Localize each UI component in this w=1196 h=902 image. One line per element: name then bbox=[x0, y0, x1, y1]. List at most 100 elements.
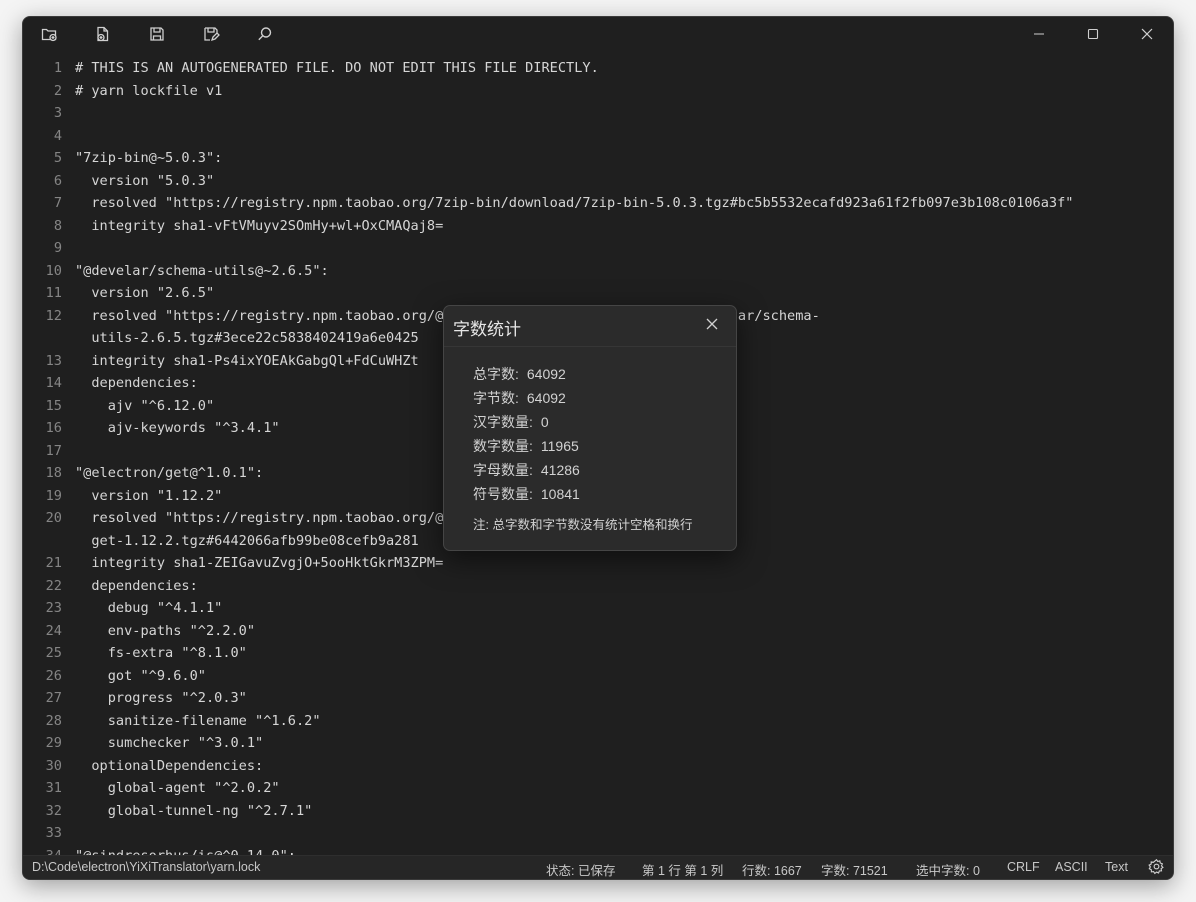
code-text[interactable]: ajv "^6.12.0" bbox=[75, 395, 214, 418]
dialog-title: 字数统计 bbox=[453, 320, 521, 339]
minimize-icon[interactable] bbox=[1028, 23, 1050, 45]
code-line[interactable]: 23 debug "^4.1.1" bbox=[23, 597, 1173, 620]
char-count[interactable]: 字数: 71521 bbox=[821, 860, 888, 879]
stat-bytes: 字节数: 64092 bbox=[473, 388, 566, 408]
code-text[interactable]: version "2.6.5" bbox=[75, 282, 214, 305]
code-line[interactable]: 6 version "5.0.3" bbox=[23, 170, 1173, 193]
close-icon[interactable] bbox=[1136, 23, 1158, 45]
code-text[interactable]: integrity sha1-vFtVMuyv2SOmHy+wl+OxCMAQa… bbox=[75, 215, 443, 238]
code-line[interactable]: 24 env-paths "^2.2.0" bbox=[23, 620, 1173, 643]
code-text[interactable]: progress "^2.0.3" bbox=[75, 687, 247, 710]
line-number: 18 bbox=[45, 465, 62, 481]
code-text[interactable]: "@sindresorhus/is@^0.14.0": bbox=[75, 845, 296, 856]
code-line[interactable]: 11 version "2.6.5" bbox=[23, 282, 1173, 305]
line-number: 4 bbox=[53, 127, 62, 144]
stat-value: 10841 bbox=[540, 486, 580, 502]
title-bar bbox=[23, 17, 1173, 51]
word-count-dialog: 字数统计 总字数: 64092 字节数: 64092 汉字数量: 0 数字数量: 119… bbox=[443, 305, 737, 551]
code-line[interactable]: 22 dependencies: bbox=[23, 575, 1173, 598]
code-text[interactable]: version "1.12.2" bbox=[75, 485, 222, 508]
code-line[interactable]: 9 bbox=[23, 237, 1173, 260]
code-text[interactable]: sumchecker "^3.0.1" bbox=[75, 732, 264, 755]
code-text[interactable]: sanitize-filename "^1.6.2" bbox=[75, 710, 321, 733]
code-line[interactable]: 21 integrity sha1-ZEIGavuZvgjO+5ooHktGkr… bbox=[23, 552, 1173, 575]
code-line[interactable]: 2 # yarn lockfile v1 bbox=[23, 80, 1173, 103]
encoding-selector[interactable]: ASCII bbox=[1055, 860, 1088, 874]
code-line[interactable]: 26 got "^9.6.0" bbox=[23, 665, 1173, 688]
code-line[interactable]: 3 bbox=[23, 102, 1173, 125]
line-number: 1 bbox=[53, 60, 62, 76]
language-mode[interactable]: Text bbox=[1105, 860, 1128, 874]
maximize-icon[interactable] bbox=[1082, 23, 1104, 45]
line-number: 9 bbox=[53, 240, 62, 256]
line-number: 22 bbox=[45, 577, 62, 594]
line-number: 6 bbox=[53, 172, 62, 189]
code-line[interactable]: 32 global-tunnel-ng "^2.7.1" bbox=[23, 800, 1173, 823]
line-number: 12 bbox=[45, 307, 62, 324]
code-text[interactable]: version "5.0.3" bbox=[75, 170, 214, 193]
stat-label: 字节数: bbox=[473, 390, 519, 406]
code-text[interactable]: ajv-keywords "^3.4.1" bbox=[75, 417, 280, 440]
stat-label: 汉字数量: bbox=[473, 414, 533, 430]
code-line[interactable]: 25 fs-extra "^8.1.0" bbox=[23, 642, 1173, 665]
line-number: 31 bbox=[45, 780, 62, 796]
close-icon[interactable] bbox=[704, 316, 720, 332]
line-number: 25 bbox=[45, 645, 62, 661]
code-text[interactable]: debug "^4.1.1" bbox=[75, 597, 223, 620]
code-text[interactable]: "7zip-bin@~5.0.3": bbox=[75, 147, 222, 170]
code-text[interactable]: # yarn lockfile v1 bbox=[75, 80, 222, 103]
code-text[interactable]: get-1.12.2.tgz#6442066afb99be08cefb9a281 bbox=[75, 530, 418, 553]
line-number: 11 bbox=[45, 285, 62, 301]
code-text[interactable]: integrity sha1-ZEIGavuZvgjO+5ooHktGkrM3Z… bbox=[75, 552, 443, 575]
save-as-icon[interactable] bbox=[202, 25, 220, 43]
stat-value: 11965 bbox=[540, 438, 579, 454]
code-line[interactable]: 31 global-agent "^2.0.2" bbox=[23, 777, 1173, 800]
code-line[interactable]: 27 progress "^2.0.3" bbox=[23, 687, 1173, 710]
code-text[interactable]: utils-2.6.5.tgz#3ece22c5838402419a6e0425 bbox=[75, 327, 418, 350]
code-line[interactable]: 28 sanitize-filename "^1.6.2" bbox=[23, 710, 1173, 733]
selected-count: 选中字数: 0 bbox=[916, 864, 980, 878]
code-line[interactable]: 4 bbox=[23, 125, 1173, 148]
line-number: 32 bbox=[45, 802, 62, 819]
code-text[interactable]: # THIS IS AN AUTOGENERATED FILE. DO NOT … bbox=[75, 57, 599, 80]
file-path: D:\Code\electron\YiXiTranslator\yarn.loc… bbox=[32, 860, 261, 874]
code-text[interactable]: integrity sha1-Ps4ixYOEAkGabgQl+FdCuWHZt bbox=[75, 350, 418, 373]
gear-icon[interactable] bbox=[1148, 858, 1165, 875]
code-text[interactable]: got "^9.6.0" bbox=[75, 665, 206, 688]
code-text[interactable]: global-agent "^2.0.2" bbox=[75, 777, 280, 800]
line-number: 28 bbox=[45, 712, 62, 729]
search-icon[interactable] bbox=[256, 25, 274, 43]
stat-label: 符号数量: bbox=[473, 486, 533, 502]
code-line[interactable]: 7 resolved "https://registry.npm.taobao.… bbox=[23, 192, 1173, 215]
code-text[interactable]: "@develar/schema-utils@~2.6.5": bbox=[75, 260, 329, 283]
stat-label: 字母数量: bbox=[473, 462, 533, 478]
code-line[interactable]: 29 sumchecker "^3.0.1" bbox=[23, 732, 1173, 755]
line-number: 26 bbox=[45, 667, 62, 684]
code-line[interactable]: 5 "7zip-bin@~5.0.3": bbox=[23, 147, 1173, 170]
code-text[interactable]: resolved "https://registry.npm.taobao.or… bbox=[75, 192, 1073, 215]
code-text[interactable]: env-paths "^2.2.0" bbox=[75, 620, 255, 643]
code-line[interactable]: 33 bbox=[23, 822, 1173, 845]
code-line[interactable]: 30 optionalDependencies: bbox=[23, 755, 1173, 778]
code-text[interactable]: fs-extra "^8.1.0" bbox=[75, 642, 247, 665]
code-text[interactable]: optionalDependencies: bbox=[75, 755, 263, 778]
code-text[interactable]: "@electron/get@^1.0.1": bbox=[75, 462, 263, 485]
line-number: 16 bbox=[45, 420, 62, 436]
code-line[interactable]: 1 # THIS IS AN AUTOGENERATED FILE. DO NOT… bbox=[23, 57, 1173, 80]
code-text[interactable]: dependencies: bbox=[75, 372, 197, 395]
code-line[interactable]: 8 integrity sha1-vFtVMuyv2SOmHy+wl+OxCMA… bbox=[23, 215, 1173, 238]
eol-selector[interactable]: CRLF bbox=[1007, 860, 1040, 874]
stat-value: 64092 bbox=[526, 390, 566, 406]
code-text[interactable]: dependencies: bbox=[75, 575, 197, 598]
new-file-icon[interactable] bbox=[40, 25, 58, 43]
code-line[interactable]: 10 "@develar/schema-utils@~2.6.5": bbox=[23, 260, 1173, 283]
stat-label: 总字数: bbox=[473, 366, 519, 382]
code-text[interactable]: global-tunnel-ng "^2.7.1" bbox=[75, 800, 313, 823]
save-icon[interactable] bbox=[148, 25, 166, 43]
cursor-position[interactable]: 第 1 行 第 1 列 bbox=[642, 860, 723, 879]
dialog-note: 注: 总字数和字节数没有统计空格和换行 bbox=[473, 518, 693, 532]
line-number: 20 bbox=[45, 510, 62, 526]
open-file-icon[interactable] bbox=[94, 25, 112, 43]
code-line[interactable]: 34 "@sindresorhus/is@^0.14.0": bbox=[23, 845, 1173, 856]
line-number: 29 bbox=[45, 735, 62, 751]
